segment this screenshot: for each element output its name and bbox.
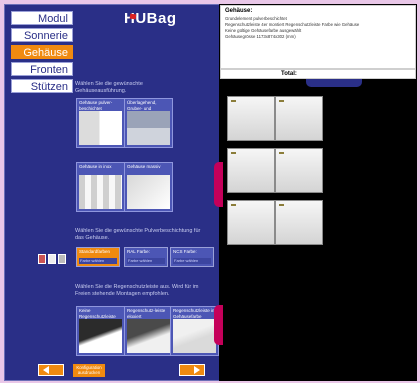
print-config-button[interactable]: Konfiguration ausdrucken [73,364,105,377]
cell-slot [231,100,236,102]
cell-slot [231,204,236,206]
color-swatch-red[interactable] [38,254,46,264]
summary-title: Gehäuse: [225,8,253,14]
summary-collapse-handle[interactable] [306,79,362,87]
rain-option-none[interactable]: Keine Regenschutzleiste [76,306,125,356]
option-label: Gehäuse massiv [127,164,161,169]
summary-box: Gehäuse: Grundelement pulverbeschichtet … [220,5,416,69]
cell-slot [279,204,284,206]
total-label: Total: [281,71,297,77]
logo-accent [129,13,137,20]
powder-standard-value[interactable]: Farbe wählen [79,258,117,264]
option-image [127,111,170,145]
powder-standard-title: Standardfarben [79,249,111,254]
slide-handle[interactable] [214,162,223,207]
powder-standard[interactable]: Standardfarben Farbe wählen [76,247,120,267]
tab-sonnerie[interactable]: Sonnerie [11,28,73,42]
tab-stuetzen[interactable]: Stützen [11,79,73,93]
option-label: Gehäuse pulver-beschichtet [79,100,113,111]
next-button[interactable] [179,364,205,376]
arrow-left-icon [43,366,49,374]
rain-option-anodized[interactable]: Regenschutz-leiste eloxiert [124,306,173,356]
preview-cell [227,148,275,193]
option-image [173,319,216,353]
total-bar: Total: [220,69,416,79]
tab-gehaeuse[interactable]: Gehäuse [11,45,73,59]
cell-slot [279,152,284,154]
option-image [127,319,170,353]
summary-line: Gehäusegrösse 1173x874x302 (mm) [225,34,296,39]
tab-fronten[interactable]: Fronten [11,62,73,76]
color-swatch-grey[interactable] [58,254,66,264]
powder-ral-value[interactable]: Farbe wählen [127,258,165,264]
preview-cell [227,96,275,141]
tab-modul[interactable]: Modul [11,11,73,25]
powder-ral-title: RAL Farbe: [127,249,150,254]
preview-cell [275,200,323,245]
powder-ral[interactable]: RAL Farbe: Farbe wählen [124,247,168,267]
option-label: Keine Regenschutzleiste [79,308,116,319]
option-image [79,111,122,145]
option-image [79,175,122,209]
preview-cell [227,200,275,245]
color-swatch-white[interactable] [48,254,56,264]
powder-instruction: Wählen Sie die gewünschte Pulverbeschich… [75,228,201,241]
housing-option-inox[interactable]: Gehäuse in inox [76,162,125,212]
summary-line: Grundelement pulverbeschichtet [225,16,287,21]
rain-instruction: Wählen Sie die Regenschutzleiste aus. Wi… [75,284,199,297]
housing-instruction: Wählen Sie die gewünschte Gehäuseausführ… [75,81,143,94]
rain-option-housing-color[interactable]: Regenschutzleiste in Gehäusefarbe [170,306,219,356]
option-label: Gehäuse in inox [79,164,112,169]
housing-option-powder[interactable]: Gehäuse pulver-beschichtet [76,98,125,148]
housing-option-massiv[interactable]: Gehäuse massiv [124,162,173,212]
cell-slot [231,152,236,154]
arrow-right-icon [194,366,200,374]
preview-cell [275,96,323,141]
summary-line: Keine gültige Gehäusefarbe ausgewählt [225,28,302,33]
powder-ncs-value[interactable]: Farbe wählen [173,258,211,264]
summary-line: Regenschutzleiste 4er montiert Regenschu… [225,22,360,27]
powder-ncs[interactable]: NCS Farbe: Farbe wählen [170,247,214,267]
preview-cell [275,148,323,193]
option-image [127,175,170,209]
option-label: Regenschutz-leiste eloxiert [127,308,166,319]
slide-handle[interactable] [214,305,223,345]
cell-slot [279,100,284,102]
option-label: Regenschutzleiste in Gehäusefarbe [173,308,215,319]
powder-ncs-title: NCS Farbe: [173,249,197,254]
housing-option-overlay[interactable]: Überlagehend, Gruber- und Rückseite beid… [124,98,173,148]
option-image [79,319,122,353]
prev-button[interactable] [38,364,64,376]
